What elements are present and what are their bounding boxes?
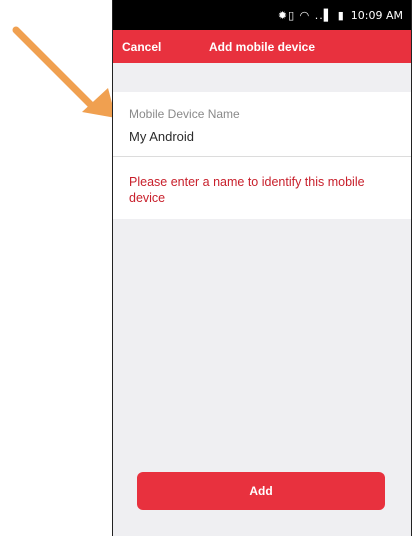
status-time: 10:09 AM (350, 8, 403, 22)
cancel-button[interactable]: Cancel (122, 40, 161, 54)
annotation-arrow (12, 26, 116, 118)
add-button[interactable]: Add (137, 472, 385, 510)
app-header: Cancel Add mobile device (113, 30, 411, 63)
top-spacer (113, 63, 411, 92)
device-name-label: Mobile Device Name (129, 107, 240, 121)
device-name-field[interactable]: Mobile Device Name My Android (113, 92, 411, 157)
phone-screen: ✹▯ ◠ ..▌ ▮ 10:09 AM Cancel Add mobile de… (112, 0, 412, 536)
device-name-input[interactable]: My Android (129, 129, 411, 144)
status-bar: ✹▯ ◠ ..▌ ▮ 10:09 AM (113, 0, 411, 30)
hint-text: Please enter a name to identify this mob… (113, 157, 411, 219)
status-icons: ✹▯ ◠ ..▌ ▮ (277, 8, 345, 22)
